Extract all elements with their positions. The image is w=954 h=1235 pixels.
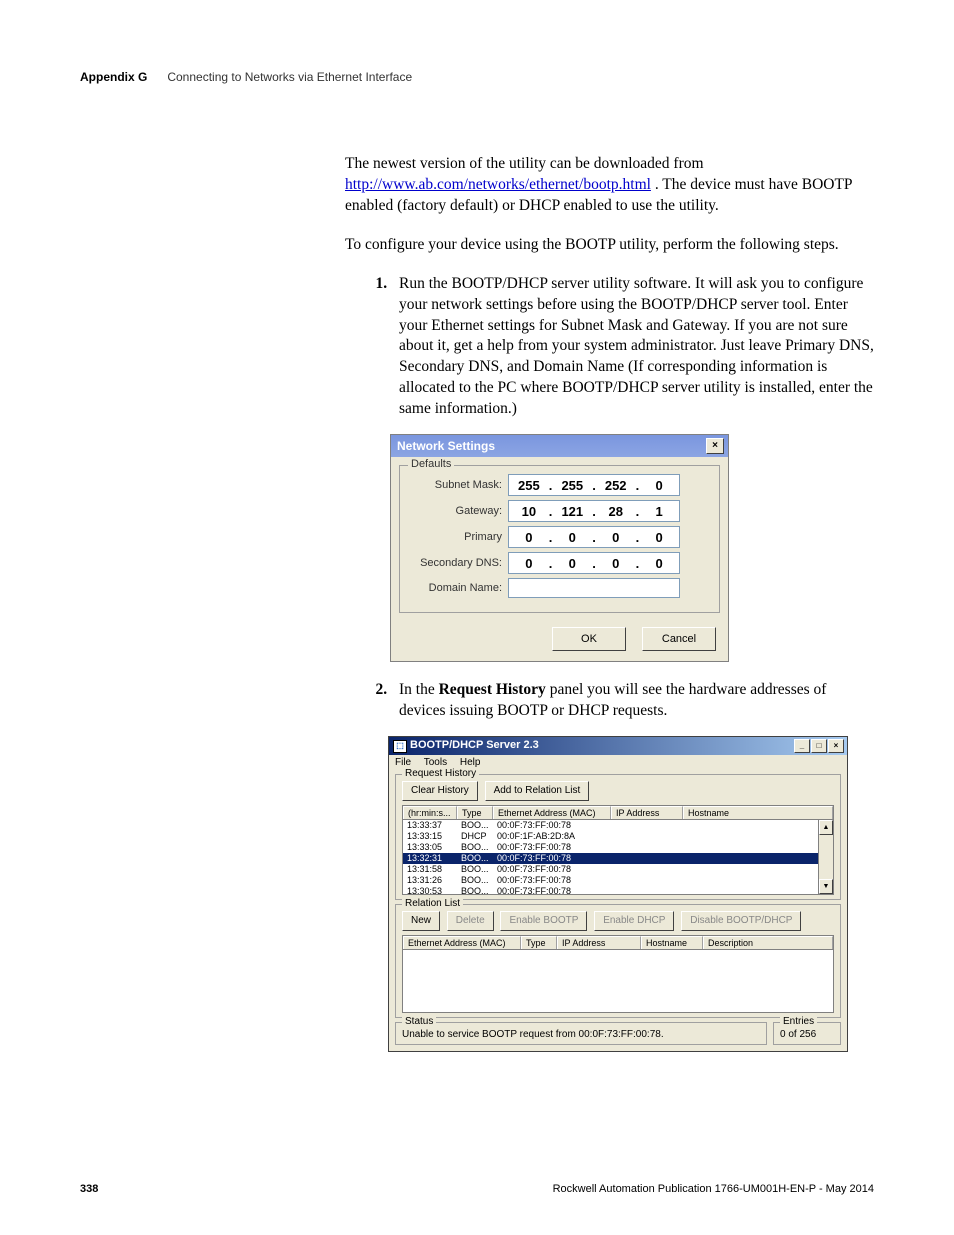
relation-list[interactable] — [402, 949, 834, 1013]
list-item: 13:33:37BOO...00:0F:73:FF:00:78 — [403, 820, 833, 831]
window-title: ⬚BOOTP/DHCP Server 2.3 — [393, 739, 539, 753]
ok-button[interactable]: OK — [552, 627, 626, 651]
domain-name-label: Domain Name: — [410, 582, 502, 594]
close-icon[interactable]: × — [828, 739, 844, 753]
secondary-dns-label: Secondary DNS: — [410, 557, 502, 569]
scrollbar[interactable]: ▲ ▼ — [818, 820, 833, 894]
clear-history-button[interactable]: Clear History — [402, 781, 478, 801]
enable-bootp-button: Enable BOOTP — [500, 911, 587, 931]
new-button[interactable]: New — [402, 911, 440, 931]
primary-dns-label: Primary — [410, 531, 502, 543]
cancel-button[interactable]: Cancel — [642, 627, 716, 651]
list-item: 13:33:05BOO...00:0F:73:FF:00:78 — [403, 842, 833, 853]
list-item: 13:33:15DHCP00:0F:1F:AB:2D:8A — [403, 831, 833, 842]
download-link[interactable]: http://www.ab.com/networks/ethernet/boot… — [345, 176, 651, 193]
publication-info: Rockwell Automation Publication 1766-UM0… — [553, 1183, 874, 1195]
page-footer: 338 Rockwell Automation Publication 1766… — [80, 1183, 874, 1195]
list-item: 13:30:53BOO...00:0F:73:FF:00:78 — [403, 886, 833, 895]
chapter-title: Connecting to Networks via Ethernet Inte… — [167, 70, 412, 84]
gateway-input[interactable]: 10. 121. 28. 1 — [508, 500, 680, 522]
list-item-selected: 13:32:31BOO...00:0F:73:FF:00:78 — [403, 853, 833, 864]
request-history-group: Request History Clear History Add to Rel… — [395, 774, 841, 900]
menu-help[interactable]: Help — [460, 757, 481, 768]
primary-dns-input[interactable]: 0. 0. 0. 0 — [508, 526, 680, 548]
list-item: 13:31:58BOO...00:0F:73:FF:00:78 — [403, 864, 833, 875]
secondary-dns-input[interactable]: 0. 0. 0. 0 — [508, 552, 680, 574]
page-number: 338 — [80, 1183, 98, 1195]
entries-text: 0 of 256 — [780, 1029, 816, 1040]
delete-button: Delete — [447, 911, 494, 931]
status-text: Unable to service BOOTP request from 00:… — [402, 1029, 664, 1040]
relation-list-legend: Relation List — [402, 898, 463, 909]
disable-bootp-dhcp-button: Disable BOOTP/DHCP — [681, 911, 801, 931]
enable-dhcp-button: Enable DHCP — [594, 911, 674, 931]
subnet-input[interactable]: 255. 255. 252. 0 — [508, 474, 680, 496]
scroll-up-icon[interactable]: ▲ — [819, 820, 833, 835]
gateway-label: Gateway: — [410, 505, 502, 517]
domain-name-input[interactable] — [508, 578, 680, 598]
close-icon[interactable]: × — [706, 438, 724, 454]
app-icon: ⬚ — [393, 740, 407, 753]
intro-para-1: The newest version of the utility can be… — [345, 154, 874, 217]
status-box: Status Unable to service BOOTP request f… — [395, 1022, 767, 1045]
minimize-icon[interactable]: _ — [794, 739, 810, 753]
intro-para-2: To configure your device using the BOOTP… — [345, 235, 874, 256]
appendix-label: Appendix G — [80, 70, 147, 84]
running-header: Appendix G Connecting to Networks via Et… — [80, 70, 874, 84]
bootp-server-window: ⬚BOOTP/DHCP Server 2.3 _ □ × File Tools … — [388, 736, 848, 1052]
subnet-label: Subnet Mask: — [410, 479, 502, 491]
step-1: Run the BOOTP/DHCP server utility softwa… — [391, 274, 874, 420]
menu-file[interactable]: File — [395, 757, 411, 768]
dialog-title: Network Settings — [397, 439, 495, 453]
menu-tools[interactable]: Tools — [424, 757, 447, 768]
maximize-icon[interactable]: □ — [811, 739, 827, 753]
network-settings-dialog: Network Settings × Defaults Subnet Mask:… — [390, 434, 729, 662]
list-item: 13:31:26BOO...00:0F:73:FF:00:78 — [403, 875, 833, 886]
step-2: In the Request History panel you will se… — [391, 680, 874, 722]
entries-box: Entries 0 of 256 — [773, 1022, 841, 1045]
add-to-relation-button[interactable]: Add to Relation List — [485, 781, 590, 801]
scroll-down-icon[interactable]: ▼ — [819, 879, 833, 894]
request-history-legend: Request History — [402, 768, 479, 779]
request-history-list[interactable]: 13:33:37BOO...00:0F:73:FF:00:78 13:33:15… — [402, 819, 834, 895]
defaults-legend: Defaults — [408, 458, 454, 470]
relation-list-header: Ethernet Address (MAC) Type IP Address H… — [402, 935, 834, 949]
request-history-header: (hr:min:s... Type Ethernet Address (MAC)… — [402, 805, 834, 819]
relation-list-group: Relation List New Delete Enable BOOTP En… — [395, 904, 841, 1018]
